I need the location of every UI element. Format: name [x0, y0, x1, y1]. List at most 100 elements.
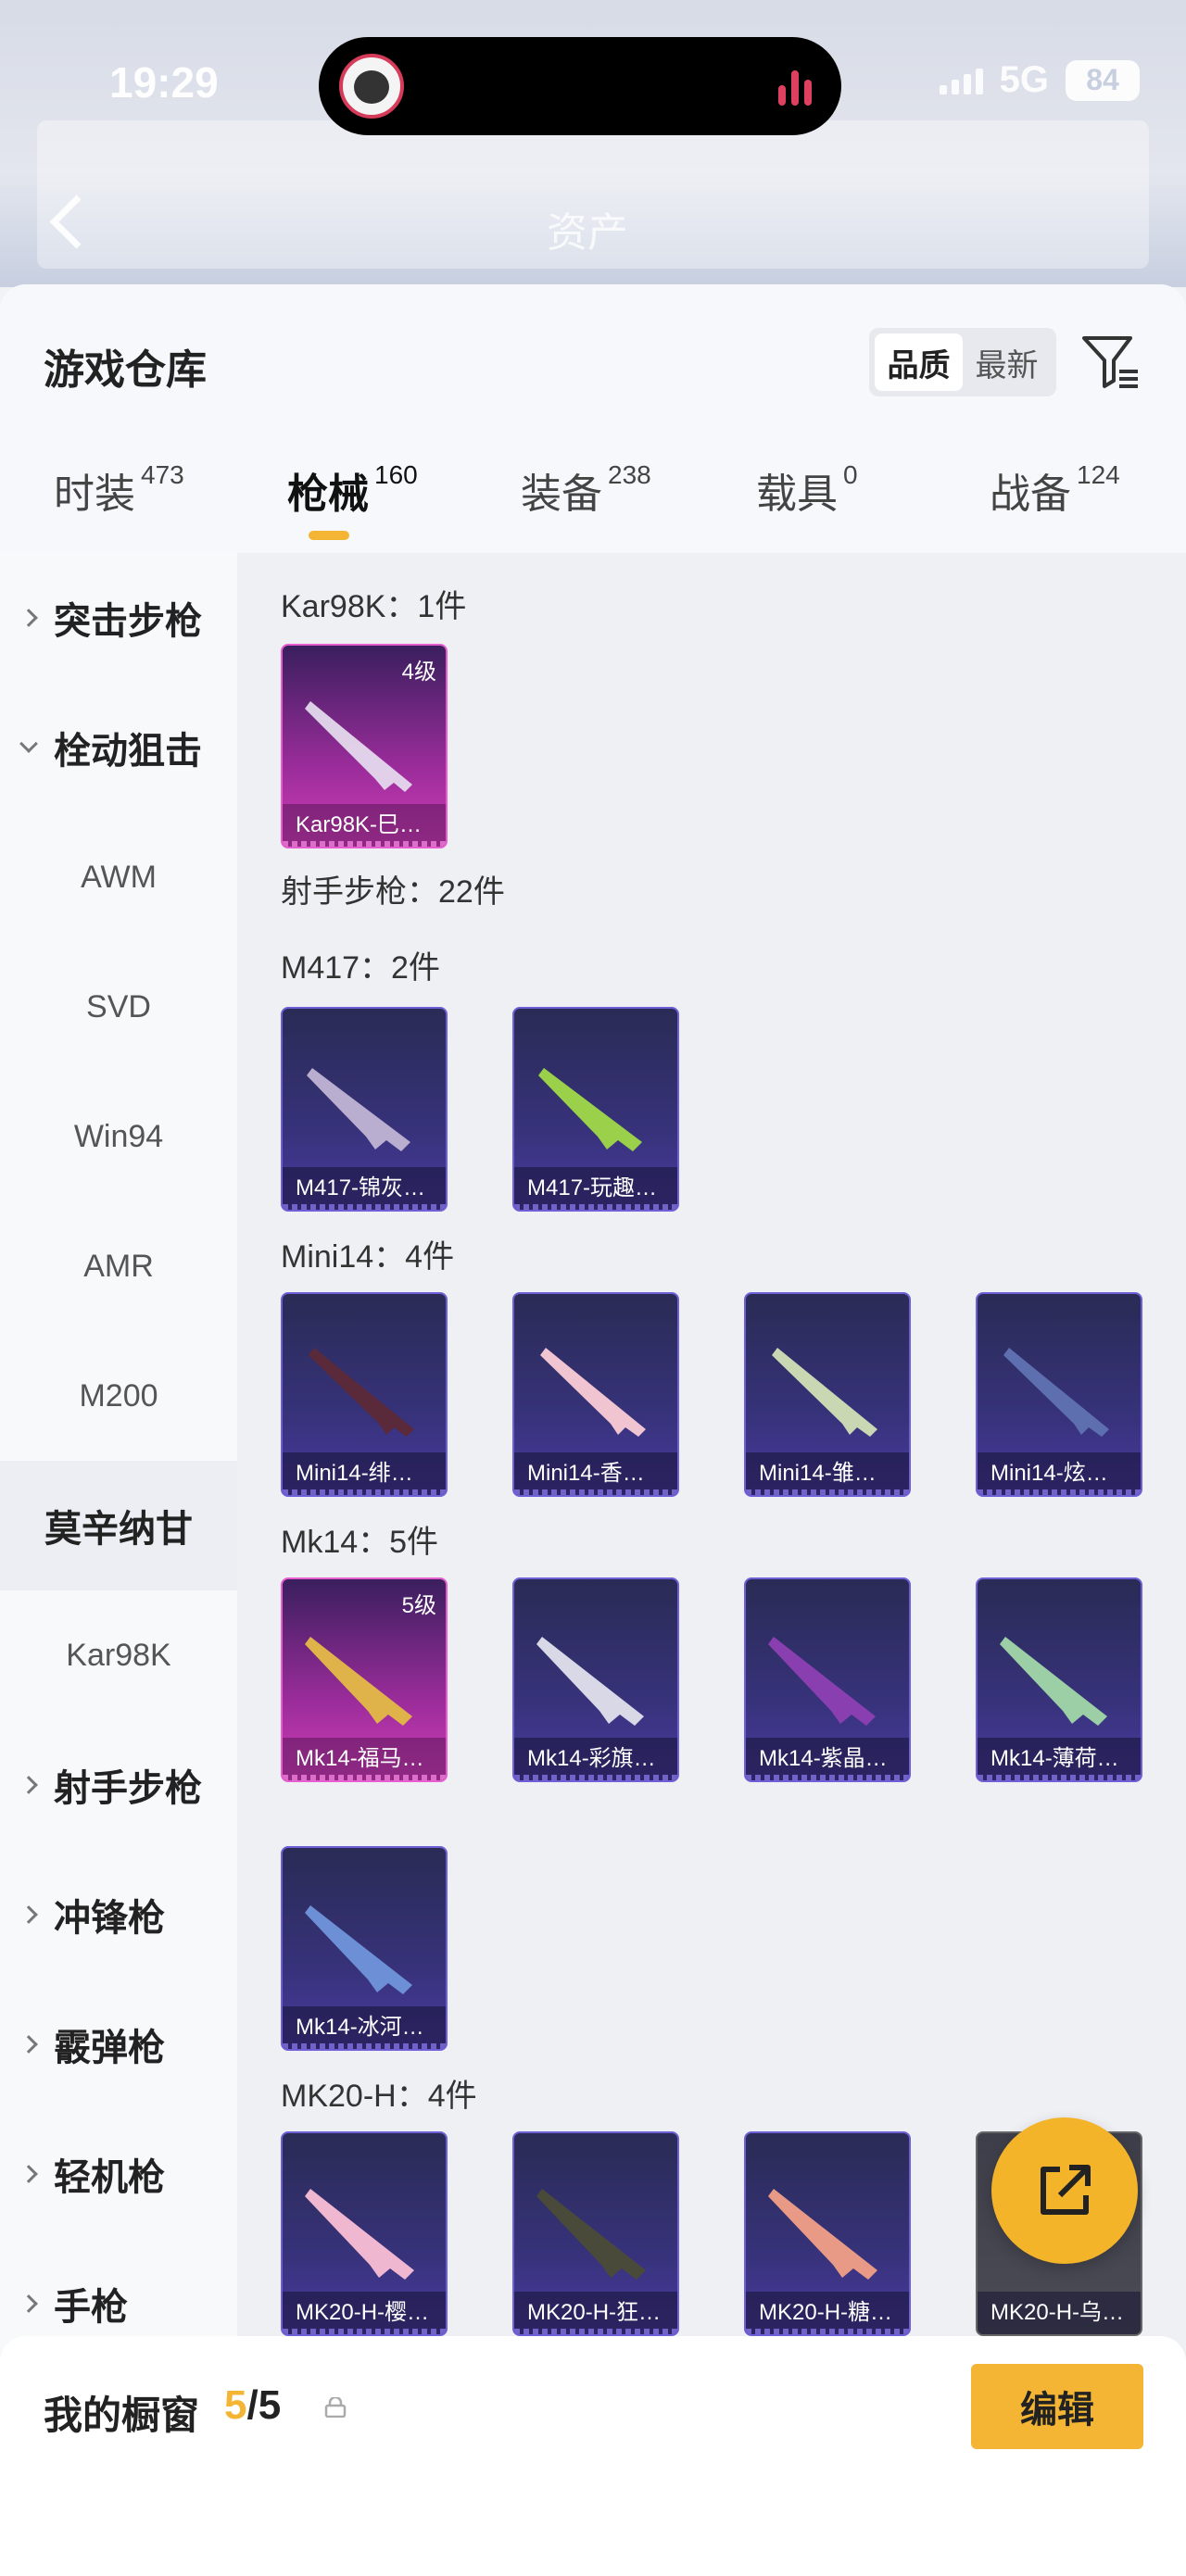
tab-equipment[interactable]: 装备 238: [521, 460, 651, 553]
sort-quality-button[interactable]: 品质: [875, 333, 963, 391]
sidebar-item-label: 手枪: [54, 2287, 128, 2328]
network-type: 5G: [999, 59, 1049, 100]
tab-label: 战备: [990, 471, 1071, 517]
skin-card[interactable]: 4级 Kar98K-巳…: [281, 644, 448, 848]
skin-card[interactable]: M417-锦灰…: [281, 1007, 448, 1212]
card-stripe: [746, 1775, 909, 1780]
rifle-icon: [305, 1905, 412, 1994]
sidebar-item-marksman-rifle[interactable]: 射手步枪: [0, 1720, 237, 1850]
tab-vehicles[interactable]: 载具 0: [756, 460, 858, 553]
tab-label: 载具: [756, 471, 838, 517]
showcase-current: 5: [224, 2382, 247, 2428]
skin-card[interactable]: Mk14-紫晶…: [744, 1577, 911, 1782]
sidebar-item-lmg[interactable]: 轻机枪: [0, 2109, 237, 2239]
sort-latest-button[interactable]: 最新: [963, 333, 1051, 391]
sidebar-item-bolt-sniper[interactable]: 栓动狙击: [0, 683, 237, 812]
weapon-grid: Kar98K：1件 4级 Kar98K-巳… 射手步枪：22件 M417：2件 …: [237, 553, 1186, 2576]
battery-icon: 84: [1066, 59, 1140, 101]
sidebar-item-label: Kar98K: [66, 1637, 171, 1673]
showcase-total: 5: [258, 2382, 282, 2428]
rifle-icon: [305, 2189, 414, 2280]
weapon-type-sidebar: 突击步枪 栓动狙击 AWM SVD Win94 AMR M200 莫辛纳甘 Ka…: [0, 553, 237, 2576]
share-button[interactable]: [991, 2117, 1138, 2264]
rifle-icon: [536, 2189, 646, 2280]
skin-card[interactable]: Mk14-彩旗…: [512, 1577, 679, 1782]
card-stripe: [514, 2329, 677, 2334]
tab-fashion[interactable]: 时装 473: [54, 460, 184, 553]
chevron-right-icon: [19, 609, 38, 627]
background-title: 资产: [547, 210, 628, 256]
sidebar-item-label: 轻机枪: [54, 2157, 165, 2198]
edit-button[interactable]: 编辑: [971, 2364, 1143, 2449]
sidebar-item-svd[interactable]: SVD: [0, 942, 237, 1072]
skin-card[interactable]: Mini14-雏…: [744, 1292, 911, 1497]
dynamic-island[interactable]: [319, 37, 841, 135]
rifle-icon: [305, 1637, 412, 1726]
skin-card[interactable]: Mini14-炫…: [976, 1292, 1142, 1497]
sidebar-item-mosin-nagant[interactable]: 莫辛纳甘: [0, 1461, 237, 1590]
skin-card[interactable]: MK20-H-糖…: [744, 2131, 911, 2336]
active-tab-indicator: [309, 531, 349, 540]
card-stripe: [283, 1775, 446, 1780]
filter-icon[interactable]: [1079, 329, 1143, 394]
showcase-bar: 我的橱窗 5/5 编辑: [0, 2336, 1186, 2576]
sidebar-item-label: SVD: [86, 988, 151, 1024]
chevron-right-icon: [19, 2294, 38, 2313]
tab-count: 0: [843, 460, 858, 489]
sheet-title: 游戏仓库: [44, 347, 207, 393]
rifle-icon: [768, 1637, 876, 1726]
tab-guns[interactable]: 枪械 160: [287, 460, 418, 553]
skin-card[interactable]: Mk14-冰河…: [281, 1846, 448, 2051]
sort-segmented-control: 品质 最新: [869, 328, 1056, 396]
skin-card[interactable]: MK20-H-狂…: [512, 2131, 679, 2336]
rifle-icon: [305, 701, 412, 792]
card-stripe: [746, 2329, 909, 2334]
showcase-label: 我的橱窗: [44, 2394, 200, 2437]
sidebar-item-label: 莫辛纳甘: [44, 1509, 193, 1550]
sidebar-item-label: AWM: [81, 859, 157, 895]
card-stripe: [283, 841, 446, 847]
tab-label: 枪械: [287, 471, 369, 517]
rifle-icon: [538, 1068, 642, 1151]
card-stripe: [978, 1775, 1141, 1780]
sidebar-item-win94[interactable]: Win94: [0, 1072, 237, 1201]
warehouse-sheet: 游戏仓库 品质 最新 时装 473 枪械 160 装备 238 载具 0 战备 …: [0, 284, 1186, 2576]
subgroup-title: Mini14：4件: [281, 1239, 455, 1275]
skin-card[interactable]: Mini14-香…: [512, 1292, 679, 1497]
rifle-icon: [1003, 1348, 1109, 1437]
sidebar-item-label: AMR: [83, 1248, 154, 1284]
sidebar-item-smg[interactable]: 冲锋枪: [0, 1850, 237, 1979]
sidebar-item-label: M200: [79, 1377, 158, 1414]
status-time: 19:29: [109, 58, 219, 107]
back-button[interactable]: [41, 190, 96, 255]
skin-name: MK20-H-乌…: [978, 2292, 1141, 2334]
skin-card[interactable]: M417-玩趣…: [512, 1007, 679, 1212]
card-stripe: [283, 2043, 446, 2049]
skin-card[interactable]: Mk14-薄荷…: [976, 1577, 1142, 1782]
skin-card[interactable]: MK20-H-樱…: [281, 2131, 448, 2336]
sidebar-item-shotgun[interactable]: 霰弹枪: [0, 1979, 237, 2109]
sidebar-item-m200[interactable]: M200: [0, 1331, 237, 1461]
sidebar-item-amr[interactable]: AMR: [0, 1201, 237, 1331]
sidebar-item-label: 射手步枪: [54, 1768, 202, 1809]
audio-bars-icon: [778, 69, 812, 106]
sidebar-item-kar98k[interactable]: Kar98K: [0, 1590, 237, 1720]
tab-supplies[interactable]: 战备 124: [990, 460, 1120, 553]
subgroup-title: M417：2件: [281, 950, 440, 986]
card-stripe: [283, 1489, 446, 1495]
card-stripe: [283, 1204, 446, 1210]
skin-card[interactable]: 5级 Mk14-福马…: [281, 1577, 448, 1782]
sidebar-item-assault-rifle[interactable]: 突击步枪: [0, 553, 237, 683]
level-badge: 4级: [401, 660, 436, 685]
tab-count: 160: [374, 460, 418, 489]
group-title: Kar98K：1件: [281, 589, 467, 624]
lock-icon: [324, 2397, 347, 2418]
category-tabs: 时装 473 枪械 160 装备 238 载具 0 战备 124: [0, 460, 1186, 553]
card-stripe: [514, 1775, 677, 1780]
rifle-icon: [540, 1348, 646, 1437]
sidebar-item-awm[interactable]: AWM: [0, 812, 237, 942]
share-icon: [1041, 2165, 1091, 2215]
skin-card[interactable]: Mini14-绯…: [281, 1292, 448, 1497]
tab-count: 473: [141, 460, 184, 489]
chevron-down-icon: [19, 735, 38, 753]
